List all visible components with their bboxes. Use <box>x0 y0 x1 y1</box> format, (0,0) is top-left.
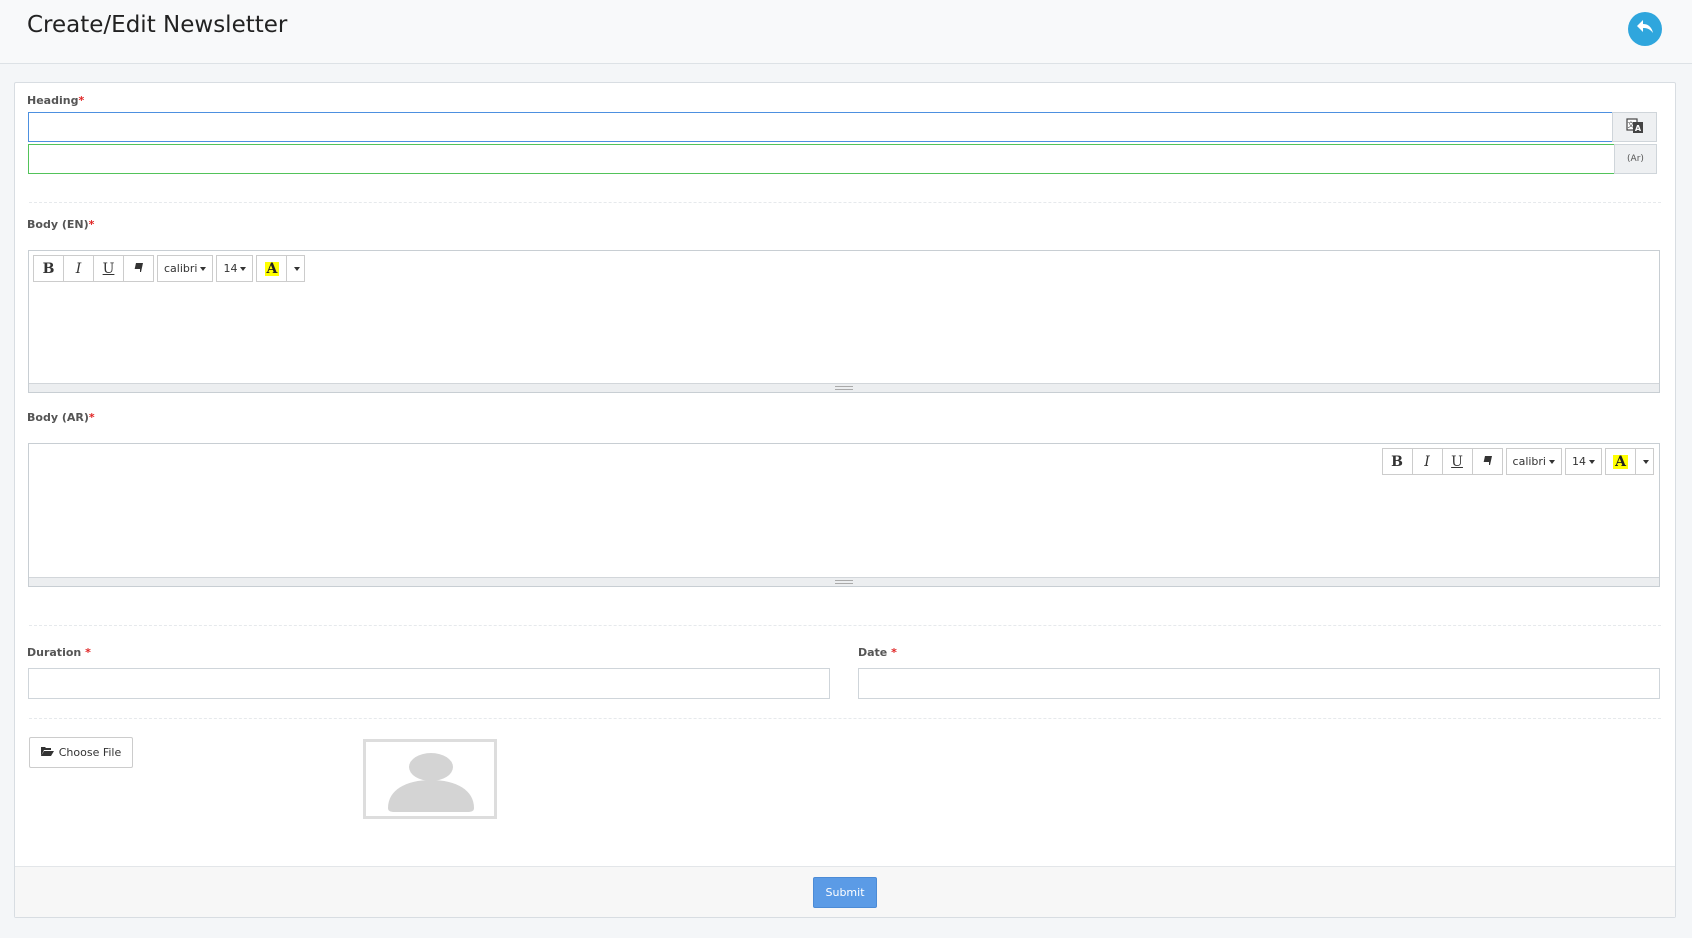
grip-icon <box>835 386 853 390</box>
caret-icon <box>1549 459 1555 464</box>
body-ar-label: Body (AR)* <box>27 411 95 424</box>
editor-resize-handle[interactable] <box>29 383 1659 392</box>
svg-text:A: A <box>1634 124 1641 133</box>
submit-button[interactable]: Submit <box>813 877 877 908</box>
text-color-dropdown[interactable] <box>1635 448 1654 475</box>
italic-button[interactable]: I <box>63 255 94 282</box>
italic-button[interactable]: I <box>1411 448 1443 475</box>
text-color-icon: A <box>264 260 280 277</box>
font-family-dropdown[interactable]: calibri <box>1505 448 1562 475</box>
back-button[interactable] <box>1628 12 1662 46</box>
eraser-button[interactable] <box>123 255 154 282</box>
date-input[interactable] <box>858 668 1660 699</box>
caret-icon <box>294 266 301 271</box>
font-family-value: calibri <box>1512 455 1546 468</box>
date-label: Date * <box>858 646 897 659</box>
choose-file-label: Choose File <box>58 746 122 759</box>
font-family-dropdown[interactable]: calibri <box>157 255 214 282</box>
text-color-dropdown[interactable] <box>286 255 306 282</box>
divider <box>29 202 1661 203</box>
folder-open-icon <box>40 746 54 760</box>
divider <box>29 625 1661 626</box>
caret-icon <box>200 266 207 271</box>
font-size-value: 14 <box>223 262 238 275</box>
font-size-value: 14 <box>1572 455 1586 468</box>
grip-icon <box>835 580 853 584</box>
heading-en-input[interactable] <box>28 112 1613 142</box>
font-size-dropdown[interactable]: 14 <box>1565 448 1602 475</box>
eraser-icon <box>133 262 144 276</box>
newsletter-form-card: Heading* A 文 (Ar) Body (EN)* B I U calib… <box>14 82 1676 918</box>
eraser-button[interactable] <box>1471 448 1503 475</box>
font-family-value: calibri <box>164 262 198 275</box>
eraser-icon <box>1482 455 1493 469</box>
body-en-editor[interactable]: B I U calibri 14 A <box>28 250 1660 393</box>
editor-resize-handle[interactable] <box>29 577 1659 586</box>
ar-addon: (Ar) <box>1614 144 1657 174</box>
choose-file-button[interactable]: Choose File <box>29 737 133 768</box>
text-color-icon: A <box>1613 453 1628 470</box>
font-size-dropdown[interactable]: 14 <box>216 255 254 282</box>
underline-button[interactable]: U <box>93 255 124 282</box>
heading-ar-input[interactable] <box>28 144 1615 174</box>
reply-icon <box>1635 17 1655 41</box>
translate-button[interactable]: A 文 <box>1612 112 1657 142</box>
body-ar-toolbar: B I U calibri 14 A <box>1381 448 1654 475</box>
user-avatar-icon <box>366 753 494 820</box>
translate-icon: A 文 <box>1625 117 1644 137</box>
body-ar-editor[interactable]: B I U calibri 14 A <box>28 443 1660 587</box>
bold-button[interactable]: B <box>33 255 64 282</box>
bold-button[interactable]: B <box>1381 448 1413 475</box>
body-en-toolbar: B I U calibri 14 A <box>33 255 306 282</box>
form-footer: Submit <box>15 866 1675 917</box>
page-header: Create/Edit Newsletter <box>0 0 1692 64</box>
duration-label: Duration * <box>27 646 91 659</box>
duration-input[interactable] <box>28 668 830 699</box>
image-preview <box>363 739 497 819</box>
caret-icon <box>240 266 247 271</box>
page-title: Create/Edit Newsletter <box>27 12 288 38</box>
text-color-button[interactable]: A <box>1605 448 1636 475</box>
body-en-label: Body (EN)* <box>27 218 95 231</box>
caret-icon <box>1589 459 1595 464</box>
divider <box>29 718 1661 719</box>
caret-icon <box>1643 459 1649 464</box>
text-color-button[interactable]: A <box>256 255 288 282</box>
underline-button[interactable]: U <box>1441 448 1473 475</box>
heading-label: Heading* <box>27 94 85 107</box>
svg-text:文: 文 <box>1627 120 1634 129</box>
